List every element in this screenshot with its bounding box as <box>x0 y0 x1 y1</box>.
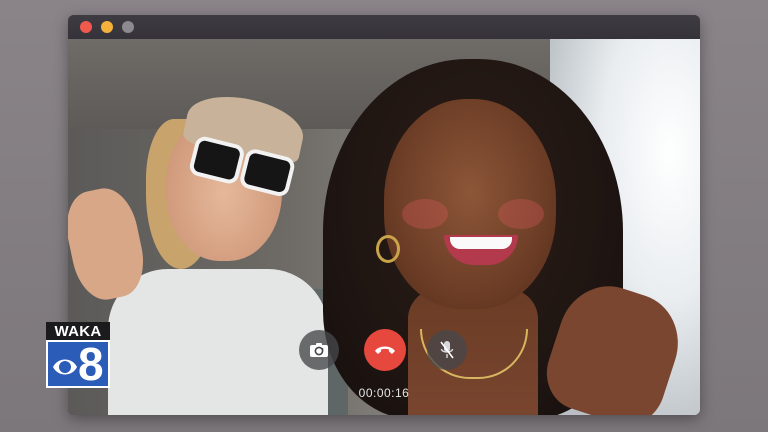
window-titlebar <box>68 15 700 39</box>
camera-flip-button[interactable] <box>299 330 339 370</box>
station-callsign: WAKA <box>54 322 102 340</box>
teeth <box>450 237 512 249</box>
station-channel-number: 8 <box>78 338 104 390</box>
end-call-button[interactable] <box>364 329 406 371</box>
video-call-window: 00:00:16 <box>68 15 700 415</box>
station-logo: WAKA 8 <box>46 322 110 388</box>
cheek-blush-left <box>402 199 448 229</box>
mic-off-icon <box>440 341 454 359</box>
window-close-button[interactable] <box>80 21 92 33</box>
broadcast-frame: 00:00:16 WAKA 8 <box>0 0 768 432</box>
window-minimize-button[interactable] <box>101 21 113 33</box>
phone-hangup-icon <box>375 346 395 354</box>
cheek-blush-right <box>498 199 544 229</box>
station-logo-channel-box: 8 <box>46 340 110 388</box>
window-maximize-button[interactable] <box>122 21 134 33</box>
cbs-eye-icon <box>53 359 77 375</box>
camera-flip-icon <box>310 343 328 357</box>
mute-mic-button[interactable] <box>427 330 467 370</box>
hoop-earring <box>376 235 400 263</box>
left-person-shirt <box>108 269 328 415</box>
